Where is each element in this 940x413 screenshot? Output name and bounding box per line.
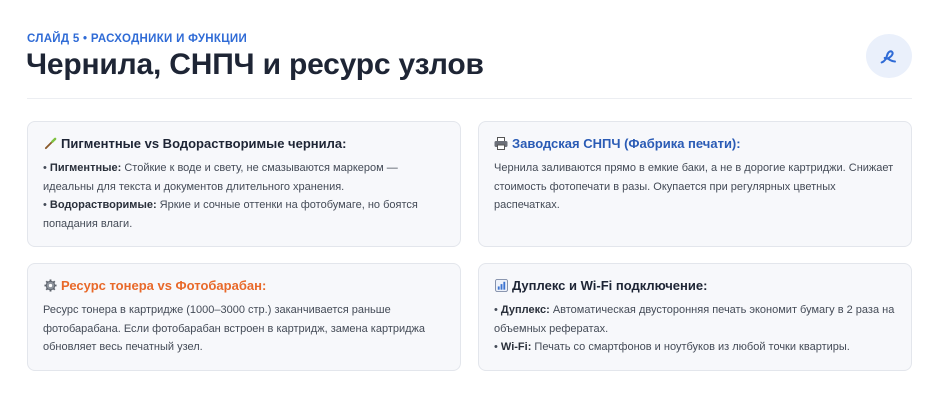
brand-badge[interactable] <box>866 34 912 78</box>
card-bullet: • Водорастворимые: Яркие и сочные оттенк… <box>43 199 418 230</box>
card-bullet: • Wi-Fi: Печать со смартфонов и ноутбуко… <box>494 341 850 353</box>
card-text: Ресурс тонера в картридже (1000–3000 стр… <box>43 304 426 353</box>
card-title-text: Дуплекс и Wi-Fi подключение: <box>512 278 708 293</box>
pen-signature-icon <box>880 50 896 64</box>
bullet-term: Wi-Fi: <box>500 341 532 353</box>
page-title: Чернила, СНПЧ и ресурс узлов <box>26 48 484 81</box>
bar-chart-icon <box>494 279 508 293</box>
bullet-text: Автоматическая двусторонняя печать эконо… <box>494 304 895 335</box>
card-text: Чернила заливаются прямо в емкие баки, а… <box>494 162 894 211</box>
bullet-text: Печать со смартфонов и ноутбуков из любо… <box>531 341 850 353</box>
card-title: Дуплекс и Wi-Fi подключение: <box>494 278 896 293</box>
card-title-text: Ресурс тонера vs Фотобарабан: <box>61 278 267 293</box>
gear-icon <box>43 279 57 293</box>
printer-icon <box>494 137 508 151</box>
card-duplex-wifi: Дуплекс и Wi-Fi подключение: • Дуплекс: … <box>478 263 912 371</box>
bullet-term: Дуплекс: <box>500 304 550 316</box>
bullet-term: Водорастворимые: <box>49 199 157 211</box>
slide-label: СЛАЙД 5 • РАСХОДНИКИ И ФУНКЦИИ <box>27 33 248 45</box>
card-ciss: Заводская СНПЧ (Фабрика печати): Чернила… <box>478 121 912 247</box>
brush-icon <box>43 137 57 151</box>
card-bullet: • Дуплекс: Автоматическая двусторонняя п… <box>494 304 895 335</box>
card-title: Пигментные vs Водорастворимые чернила: <box>43 136 445 151</box>
card-bullet: • Пигментные: Стойкие к воде и свету, не… <box>43 162 398 193</box>
card-title-text: Пигментные vs Водорастворимые чернила: <box>61 136 347 151</box>
card-ink-types: Пигментные vs Водорастворимые чернила: •… <box>27 121 461 247</box>
header-divider <box>27 98 912 99</box>
bullet-term: Пигментные: <box>49 162 122 174</box>
card-title: Ресурс тонера vs Фотобарабан: <box>43 278 445 293</box>
card-title-text: Заводская СНПЧ (Фабрика печати): <box>512 136 741 151</box>
card-toner-drum: Ресурс тонера vs Фотобарабан: Ресурс тон… <box>27 263 461 371</box>
card-title: Заводская СНПЧ (Фабрика печати): <box>494 136 896 151</box>
